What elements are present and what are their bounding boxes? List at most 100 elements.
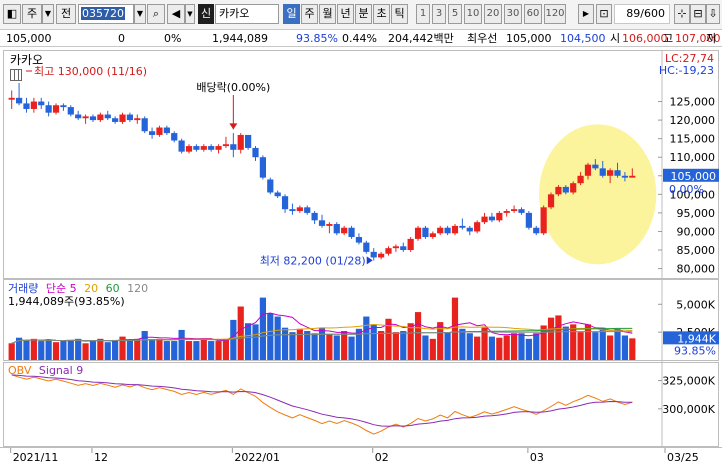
expand-icon[interactable]: ⊡ — [596, 4, 612, 24]
candle-body — [459, 225, 466, 228]
volume-current-label: 1,944,089주(93.85%) — [8, 295, 125, 308]
quote-change-pct: 0% — [164, 32, 182, 45]
volume-bar — [97, 338, 104, 360]
candle-body — [488, 216, 496, 221]
speaker-icon[interactable]: ◀ — [167, 4, 185, 24]
volume-bar — [621, 335, 629, 360]
chevron-down-icon[interactable]: ▼ — [134, 4, 146, 24]
volume-bar — [311, 333, 318, 360]
interval-button-3[interactable]: 3 — [432, 4, 446, 24]
candle-body — [52, 105, 60, 113]
volume-bar — [488, 336, 496, 360]
candle-body — [318, 220, 326, 226]
quote-turnover-pct: 0.44% — [342, 32, 377, 45]
interval-button-5[interactable]: 5 — [448, 4, 462, 24]
candle-body — [38, 101, 45, 106]
interval-button-20[interactable]: 20 — [484, 4, 502, 24]
candle-body — [30, 101, 37, 109]
candle-body — [311, 212, 318, 221]
obv-chart[interactable]: 325,000K 300,000K — [4, 363, 720, 448]
mode-badge[interactable]: 신 — [198, 4, 214, 24]
volume-bar — [547, 317, 555, 360]
interval-button-120[interactable]: 120 — [544, 4, 566, 24]
x-tick-label: 2021/11 — [13, 451, 59, 464]
obv-chart-panel[interactable]: 325,000K 300,000K OBV Signal 9 — [3, 362, 720, 448]
volume-bar — [222, 338, 230, 360]
dividend-arrow-head — [229, 123, 238, 130]
volume-bar — [89, 341, 97, 360]
search-icon[interactable]: ⌕ — [147, 4, 165, 24]
quote-volume-ratio: 93.85% — [296, 32, 338, 45]
interval-button-30[interactable]: 30 — [504, 4, 522, 24]
volume-bar — [400, 331, 407, 360]
candle-body — [163, 127, 170, 134]
volume-bar — [326, 334, 333, 360]
period-button-1[interactable]: 주 — [301, 4, 318, 24]
volume-bar — [363, 316, 370, 360]
volume-bar — [341, 331, 348, 360]
period-button-2[interactable]: 월 — [319, 4, 336, 24]
layout-icon[interactable]: ◧ — [3, 4, 21, 24]
volume-bar — [82, 343, 89, 360]
stock-name-field[interactable]: 카카오 — [215, 4, 279, 24]
chevron-down-icon[interactable]: ▼ — [185, 4, 195, 24]
high-label: 고 — [663, 32, 674, 45]
volume-bar — [414, 312, 422, 360]
candle-body — [547, 194, 555, 208]
chevron-down-icon[interactable]: ▼ — [42, 4, 54, 24]
volume-bar — [518, 333, 525, 360]
low-arrow-head — [366, 256, 373, 265]
price-chart[interactable]: 125,000120,000115,000110,000105,000100,0… — [4, 51, 720, 280]
interval-scroll-icon[interactable]: ▶ — [578, 4, 594, 24]
dividend-annotation: 배당락(0.00%) — [196, 81, 270, 94]
candle-body — [363, 242, 370, 252]
candle-body — [178, 140, 185, 152]
volume-bar — [23, 339, 30, 360]
volume-bar — [148, 339, 156, 360]
obv-signal-line — [11, 374, 633, 427]
period-button-0[interactable]: 일 — [283, 4, 300, 24]
best-bid-label: 최우선 — [467, 32, 498, 45]
volume-bar — [163, 341, 170, 360]
period-button-3[interactable]: 년 — [337, 4, 354, 24]
interval-button-1[interactable]: 1 — [416, 4, 430, 24]
open-price: 106,000 — [622, 32, 668, 45]
candle-body — [474, 222, 481, 232]
candle-body — [533, 227, 540, 234]
volume-bar — [230, 319, 237, 360]
volume-bar — [629, 338, 636, 360]
price-chart-panel[interactable]: 125,000120,000115,000110,000105,000100,0… — [3, 50, 720, 280]
interval-button-10[interactable]: 10 — [464, 4, 482, 24]
period-button-6[interactable]: 틱 — [391, 4, 408, 24]
volume-bar — [348, 336, 355, 360]
x-tick-label: 2022/01 — [234, 451, 280, 464]
volume-bar — [481, 327, 488, 360]
tools-icon[interactable]: ⊹ — [674, 4, 690, 24]
download-icon[interactable]: ⇩ — [706, 4, 720, 24]
candle-body — [148, 131, 156, 135]
high-annotation: 최고 130,000 (11/16) — [34, 65, 147, 78]
grid-icon[interactable] — [10, 69, 22, 81]
volume-tick-label: 5,000K — [676, 298, 715, 311]
prev-button[interactable]: 전 — [56, 4, 76, 24]
volume-bar — [193, 341, 200, 360]
period-button-4[interactable]: 분 — [355, 4, 372, 24]
candle-body — [222, 144, 230, 147]
volume-bar — [60, 341, 67, 360]
volume-bar — [607, 335, 614, 360]
volume-chart-panel[interactable]: 5,000K2,500K1,944K93.85% 거래량 단순 5 20 60 … — [3, 279, 719, 362]
volume-bar — [422, 335, 429, 360]
volume-bar — [466, 333, 473, 360]
volume-bar — [584, 324, 592, 360]
volume-bar — [267, 313, 274, 360]
stock-code-input[interactable]: 035720 — [78, 4, 134, 24]
settings-icon[interactable]: ⊟ — [690, 4, 706, 24]
period-button-5[interactable]: 초 — [373, 4, 390, 24]
interval-button-60[interactable]: 60 — [524, 4, 542, 24]
candle-body — [126, 114, 134, 121]
candle-body — [89, 116, 97, 121]
candle-body — [215, 146, 222, 150]
volume-bar — [289, 332, 296, 360]
quote-amount: 204,442백만 — [388, 32, 454, 45]
view-select[interactable]: 주 — [22, 4, 42, 24]
